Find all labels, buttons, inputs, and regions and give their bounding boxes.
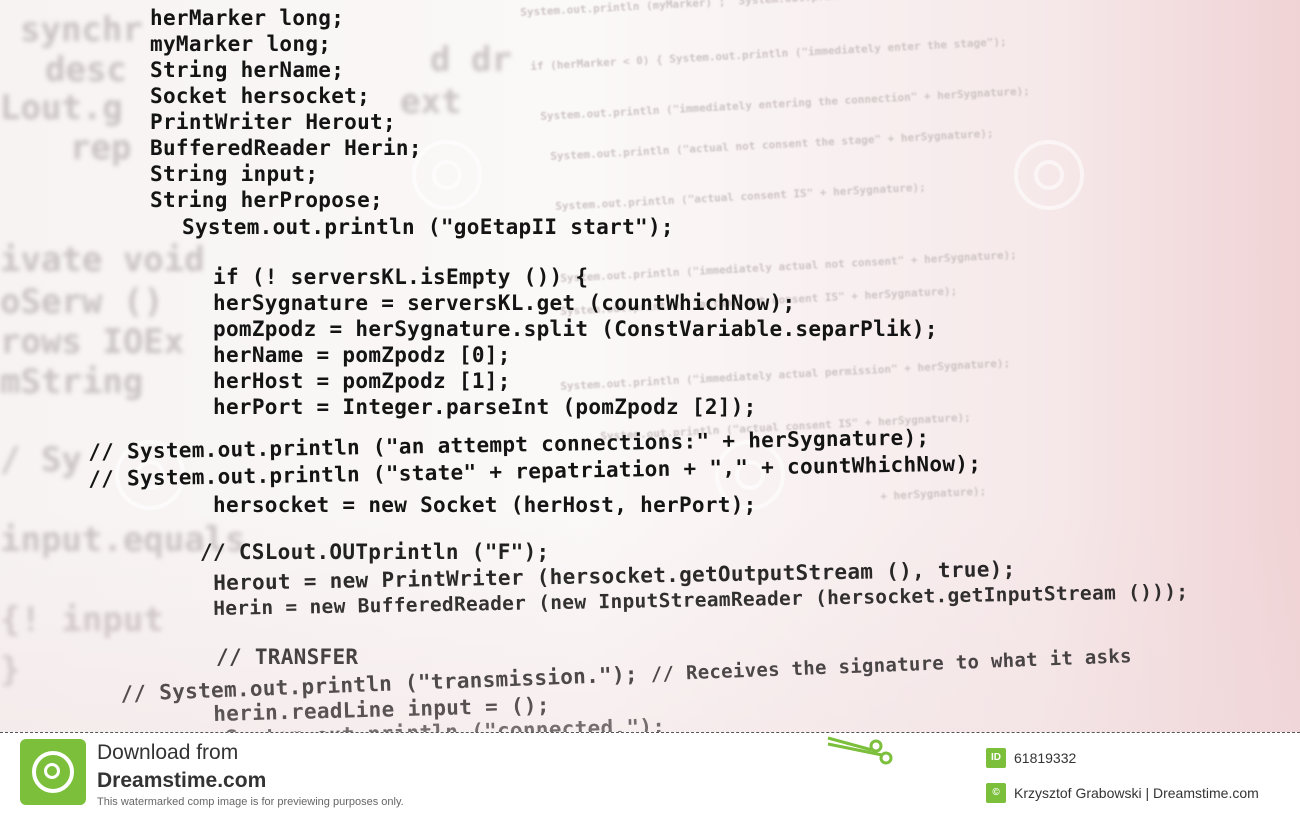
blurred-code-bg: System.out.println ("actual not consent …: [550, 126, 994, 163]
preview-note: This watermarked comp image is for previ…: [97, 796, 404, 808]
blurred-code-bg: desc: [45, 50, 127, 90]
author-credit[interactable]: Krzysztof Grabowski | Dreamstime.com: [1014, 785, 1259, 801]
watermark-logo-icon: [1014, 140, 1084, 210]
blurred-code-bg: rows IOEx: [0, 322, 185, 362]
code-line: herName = pomZpodz [0];: [213, 343, 511, 367]
watermark-footer: Download from Dreamstime.com This waterm…: [0, 732, 1300, 822]
id-badge: ID: [986, 748, 1006, 768]
blurred-code-bg: mString: [0, 362, 144, 402]
code-line: System.out.println ("goEtapII start");: [182, 215, 674, 239]
download-label: Download from: [97, 741, 239, 764]
code-line: herHost = pomZpodz [1];: [213, 369, 511, 393]
code-line: herPort = Integer.parseInt (pomZpodz [2]…: [213, 395, 757, 419]
blurred-code-bg: oSerw (): [0, 282, 164, 322]
code-line: String input;: [150, 162, 319, 186]
image-id: 61819332: [1014, 750, 1077, 766]
copyright-icon: ©: [986, 783, 1006, 803]
code-line: if (! serversKL.isEmpty ()) {: [213, 265, 589, 289]
blurred-code-bg: ivate void: [0, 240, 205, 280]
blurred-code-bg: System.out.println ("immediately enterin…: [540, 84, 1031, 123]
code-line: PrintWriter Herout;: [150, 110, 396, 134]
blurred-code-bg: rep: [70, 128, 132, 168]
blurred-code-bg: System.out.println (myMarker) ; System.o…: [520, 0, 1129, 19]
code-line: pomZpodz = herSygnature.split (ConstVari…: [213, 317, 938, 341]
code-line: herMarker long;: [150, 6, 345, 30]
code-line: BufferedReader Herin;: [150, 136, 422, 160]
blurred-code-bg: {! input: [0, 600, 164, 640]
blurred-code-bg: ext: [400, 82, 462, 122]
blurred-code-bg: System.out.println ("actual consent IS" …: [555, 180, 927, 213]
scissors-icon: [827, 736, 893, 765]
code-line: Socket hersocket;: [150, 84, 371, 108]
blurred-code-bg: d dr: [430, 40, 512, 80]
watermark-logo-icon: [412, 140, 482, 210]
code-line: String herName;: [150, 58, 345, 82]
code-line: hersocket = new Socket (herHost, herPort…: [213, 493, 757, 517]
code-line: myMarker long;: [150, 32, 332, 56]
blurred-code-bg: System.out.println ("immediately actual …: [560, 248, 1018, 285]
blurred-code-bg: + herSygnature);: [880, 484, 987, 503]
code-line: // CSLout.OUTprintln ("F");: [200, 540, 550, 564]
blurred-code-bg: if (herMarker < 0) { System.out.println …: [530, 35, 1007, 73]
code-line: // TRANSFER: [216, 645, 359, 669]
code-photo: synchr desc Lout.g rep ivate void oSerw …: [0, 0, 1300, 732]
code-line: herSygnature = serversKL.get (countWhich…: [213, 291, 796, 315]
site-name[interactable]: Dreamstime.com: [97, 769, 266, 793]
blurred-code-bg: synchr: [20, 10, 143, 50]
blurred-code-bg: }: [0, 650, 21, 690]
blurred-code-bg: System.out.println ("immediately actual …: [560, 356, 1011, 393]
dreamstime-logo-icon: [20, 739, 86, 805]
code-line: String herPropose;: [150, 188, 383, 212]
blurred-code-bg: / Sy: [0, 440, 82, 480]
blurred-code-bg: Lout.g: [0, 88, 123, 128]
